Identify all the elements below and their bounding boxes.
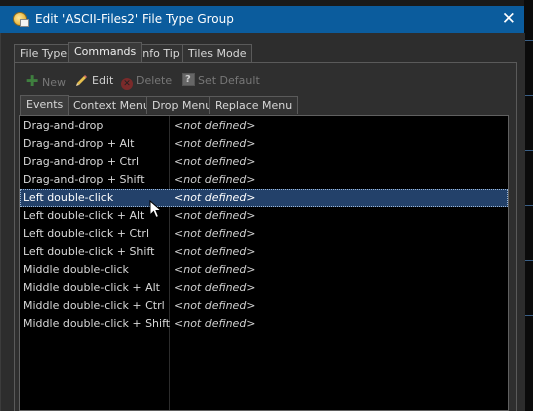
pencil-icon <box>76 75 87 86</box>
dialog-titlebar[interactable]: Edit 'ASCII-Files2' File Type Group ✕ <box>0 6 524 33</box>
event-name: Left double-click <box>23 191 114 204</box>
event-command: <not defined> <box>174 137 256 150</box>
list-item[interactable]: Middle double-click + Shift <not defined> <box>20 315 508 333</box>
event-command: <not defined> <box>174 209 256 222</box>
dialog-body: File Type Commands Info Tip Tiles Mode ✚… <box>0 33 525 411</box>
event-name: Drag-and-drop + Shift <box>23 173 145 186</box>
close-button[interactable]: ✕ <box>502 8 516 30</box>
event-command: <not defined> <box>174 155 256 168</box>
delete-icon: ✕ <box>121 78 133 90</box>
subtab-context-menu[interactable]: Context Menu <box>67 96 156 114</box>
tab-file-type[interactable]: File Type <box>14 44 74 62</box>
event-command: <not defined> <box>174 245 256 258</box>
event-command: <not defined> <box>174 299 256 312</box>
event-name: Middle double-click + Ctrl <box>23 299 165 312</box>
file-type-group-icon <box>13 12 29 27</box>
delete-label: Delete <box>136 74 173 87</box>
edit-label: Edit <box>92 74 114 87</box>
list-item[interactable]: Left double-click + Alt <not defined> <box>20 207 508 225</box>
subtab-replace-menu[interactable]: Replace Menu <box>209 96 299 114</box>
subtab-events[interactable]: Events <box>20 95 70 115</box>
list-item[interactable]: Drag-and-drop + Alt <not defined> <box>20 135 508 153</box>
plus-icon: ✚ <box>25 72 39 90</box>
list-item[interactable]: Drag-and-drop <not defined> <box>20 117 508 135</box>
set-default-label: Set Default <box>198 74 260 87</box>
dialog-title: Edit 'ASCII-Files2' File Type Group <box>35 12 234 26</box>
event-name: Left double-click + Ctrl <box>23 227 150 240</box>
event-command: <not defined> <box>174 263 256 276</box>
list-item[interactable]: Middle double-click + Ctrl <not defined> <box>20 297 508 315</box>
list-item[interactable]: Left double-click + Ctrl <not defined> <box>20 225 508 243</box>
event-command: <not defined> <box>174 173 256 186</box>
tab-tiles-mode[interactable]: Tiles Mode <box>182 44 253 62</box>
background-window-edge <box>524 0 533 411</box>
delete-button[interactable]: ✕ Delete <box>121 73 173 90</box>
event-name: Middle double-click <box>23 263 129 276</box>
event-name: Drag-and-drop <box>23 119 104 132</box>
subtab-drop-menu[interactable]: Drop Menu <box>146 96 219 114</box>
event-name: Middle double-click + Alt <box>23 281 160 294</box>
events-list[interactable]: Drag-and-drop <not defined> Drag-and-drop… <box>19 115 509 411</box>
event-command: <not defined> <box>174 281 256 294</box>
list-item[interactable]: Drag-and-drop + Shift <not defined> <box>20 171 508 189</box>
list-item[interactable]: Middle double-click + Alt <not defined> <box>20 279 508 297</box>
list-item[interactable]: Middle double-click <not defined> <box>20 261 508 279</box>
new-label: New <box>42 76 66 89</box>
event-name: Drag-and-drop + Ctrl <box>23 155 140 168</box>
event-command: <not defined> <box>174 191 256 204</box>
event-command: <not defined> <box>174 119 256 132</box>
list-item-selected[interactable]: Left double-click <not defined> <box>20 189 508 207</box>
event-name: Left double-click + Alt <box>23 209 145 222</box>
event-name: Middle double-click + Shift <box>23 317 171 330</box>
edit-button[interactable]: Edit <box>75 73 113 89</box>
set-default-icon <box>182 72 195 88</box>
event-name: Drag-and-drop + Alt <box>23 137 135 150</box>
event-command: <not defined> <box>174 317 256 330</box>
event-command: <not defined> <box>174 227 256 240</box>
tab-commands[interactable]: Commands <box>68 42 143 62</box>
list-item[interactable]: Drag-and-drop + Ctrl <not defined> <box>20 153 508 171</box>
new-button[interactable]: ✚ New <box>25 73 66 89</box>
mouse-pointer-icon <box>149 200 163 219</box>
event-name: Left double-click + Shift <box>23 245 155 258</box>
list-item[interactable]: Left double-click + Shift <not defined> <box>20 243 508 261</box>
set-default-button[interactable]: Set Default <box>182 72 260 89</box>
